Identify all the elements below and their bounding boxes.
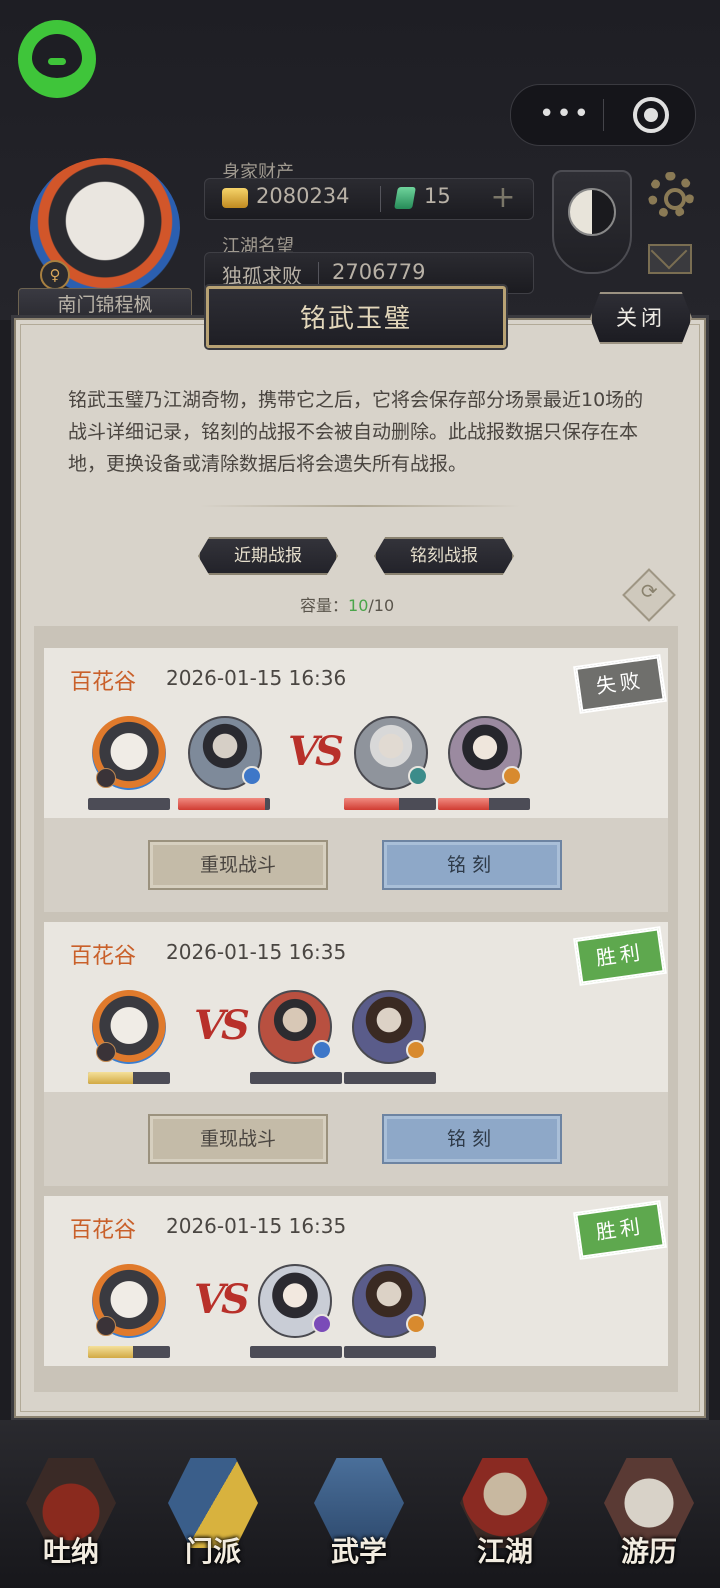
fame-title: 独孤求败 [222,264,302,288]
tab-recent-reports[interactable]: 近期战报 [198,537,338,575]
battle-location: 百花谷 [70,944,137,969]
gold-amount: 2080234 [256,184,350,208]
exit-target-icon[interactable] [633,97,669,133]
mail-icon[interactable] [648,244,692,274]
battle-time: 2026-01-15 16:35 [166,1214,347,1238]
vs-label: VS [288,728,344,775]
hp-bar [88,1346,170,1358]
nav-item-jianghu[interactable]: 江湖 [450,1448,560,1578]
ornament-divider [200,505,520,507]
gold-ingot-icon [222,188,248,208]
hp-bar [344,1346,436,1358]
battle-time: 2026-01-15 16:35 [166,940,347,964]
miniapp-capsule: ••• [510,84,696,146]
battle-card-actions [44,1092,668,1186]
gear-icon[interactable] [648,172,694,218]
engrave-button[interactable]: 铭刻 [382,840,562,890]
dialog-description: 铭武玉璧乃江湖奇物，携带它之后，它将会保存部分场景最近10场的战斗详细记录，铭刻… [68,389,644,475]
vs-label: VS [194,1276,250,1323]
female-gender-icon: ♀ [40,260,70,290]
battle-time: 2026-01-15 16:36 [166,666,347,690]
hp-bar [438,798,530,810]
sect-badge-icon [312,1314,332,1334]
add-currency-button[interactable]: + [488,180,518,216]
nav-item-travel[interactable]: 游历 [594,1448,704,1578]
fame-divider [318,262,319,286]
hp-bar [344,798,436,810]
battle-location: 百花谷 [70,1218,137,1243]
hp-bar [88,798,170,810]
female-gender-icon [96,1316,116,1336]
sect-badge-icon [502,766,522,786]
more-icon[interactable]: ••• [539,99,591,129]
battle-location: 百花谷 [70,670,137,695]
hp-bar [88,1072,170,1084]
close-button[interactable]: 关闭 [590,292,692,344]
nav-label: 游历 [620,1535,677,1568]
female-gender-icon [96,768,116,788]
wealth-divider [380,186,381,212]
nav-item-martial-arts[interactable]: 武学 [304,1448,414,1578]
sect-badge-icon [406,1040,426,1060]
player-name: 南门锦程枫 [18,288,192,322]
dialog-title: 铭武玉璧 [299,304,412,334]
vs-label: VS [194,1002,250,1049]
capsule-divider [603,99,604,131]
nav-label: 吐纳 [42,1535,99,1568]
taiji-emblem-icon[interactable] [552,170,632,274]
capacity-indicator: 容量：10/10 [300,592,394,616]
hp-bar [250,1346,342,1358]
capacity-total: /10 [368,596,395,615]
battle-card-actions [44,818,668,912]
hp-bar [178,798,270,810]
sect-badge-icon [312,1040,332,1060]
wealth-bar [204,178,534,220]
female-gender-icon [96,1042,116,1062]
tab-engraved-reports[interactable]: 铭刻战报 [374,537,514,575]
nav-label: 门派 [184,1535,241,1568]
nav-label: 江湖 [476,1535,533,1568]
sect-badge-icon [408,766,428,786]
sect-badge-icon [242,766,262,786]
nav-item-sect[interactable]: 门派 [158,1448,268,1578]
fame-value: 2706779 [332,260,426,284]
replay-battle-button[interactable]: 重现战斗 [148,840,328,890]
engrave-button[interactable]: 铭刻 [382,1114,562,1164]
replay-battle-button[interactable]: 重现战斗 [148,1114,328,1164]
capacity-used: 10 [348,596,369,615]
jade-amount: 15 [424,184,451,208]
nav-item-meditation[interactable]: 吐纳 [16,1448,126,1578]
nav-label: 武学 [330,1535,387,1568]
sect-badge-icon [406,1314,426,1334]
chat-icon[interactable] [18,20,96,98]
capacity-label: 容量： [300,596,349,615]
hp-bar [250,1072,342,1084]
hp-bar [344,1072,436,1084]
